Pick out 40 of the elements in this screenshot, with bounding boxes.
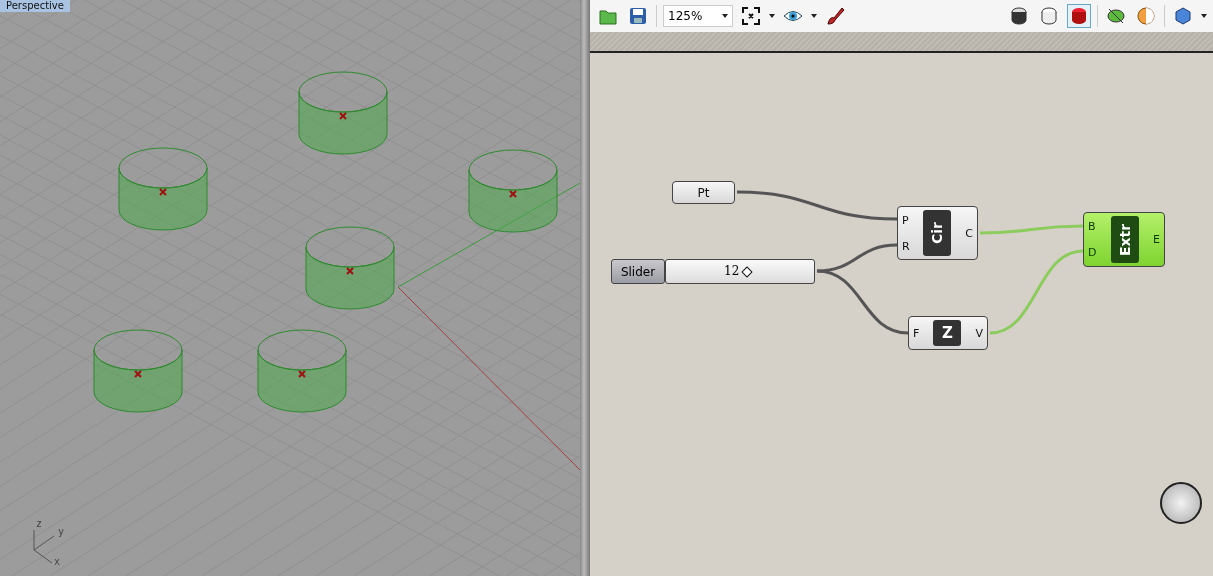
preview-mode-button[interactable] <box>1067 4 1091 28</box>
material-sphere-icon[interactable] <box>1134 4 1158 28</box>
floppy-drawing <box>628 6 648 26</box>
axis-label: x <box>54 556 61 567</box>
sphere-drawing <box>1136 6 1156 26</box>
navigation-wheel-icon[interactable] <box>1160 482 1202 524</box>
caret-icon[interactable] <box>769 14 775 18</box>
pen-drawing <box>825 6 845 26</box>
input-port-label: R <box>902 239 910 253</box>
wire-preview-drawing <box>1009 6 1029 26</box>
output-port-label: E <box>1153 233 1160 246</box>
param-node[interactable]: Pt <box>672 181 735 204</box>
component-icon: Z <box>933 320 962 346</box>
zoom-extents-icon[interactable] <box>739 4 763 28</box>
frame-drawing <box>741 6 761 26</box>
shaded-preview-drawing <box>1069 6 1089 26</box>
input-port-label: B <box>1088 219 1097 233</box>
caret-icon[interactable] <box>1201 14 1207 18</box>
component-node[interactable]: P R Cir C <box>897 206 978 260</box>
component-icon: Extr <box>1110 216 1139 263</box>
input-port-label: F <box>913 326 920 340</box>
axis-label: z <box>36 518 43 529</box>
input-port-label: D <box>1088 246 1097 260</box>
caret-icon[interactable] <box>811 14 817 18</box>
slider-value: 12 <box>724 264 740 278</box>
component-node[interactable]: F Z V <box>908 316 988 350</box>
slider-label: Slider <box>611 259 665 284</box>
axis-label: y <box>58 526 65 537</box>
outline-preview-drawing <box>1039 6 1059 26</box>
caret-icon[interactable] <box>722 14 728 18</box>
input-port-label: P <box>902 213 910 227</box>
output-port-label: C <box>965 226 973 240</box>
slider-track[interactable]: 12 <box>665 259 815 284</box>
component-icon: Cir <box>923 210 952 256</box>
gem-drawing <box>1173 6 1193 26</box>
zoom-dropdown[interactable]: 125% <box>663 5 733 27</box>
output-port-label: V <box>975 326 983 340</box>
axis-gizmo-drawing <box>33 529 55 564</box>
viewport-title[interactable]: Perspective <box>0 0 70 12</box>
component-node[interactable]: B D Extr E <box>1083 212 1165 267</box>
